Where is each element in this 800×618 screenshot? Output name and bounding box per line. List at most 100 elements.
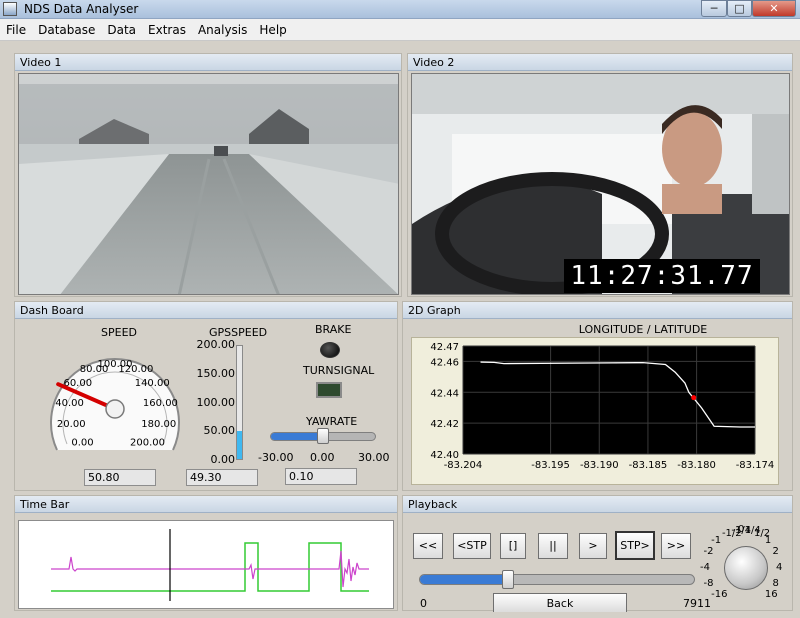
step-back-button[interactable]: <STP (453, 533, 491, 559)
minimize-button[interactable]: ─ (701, 0, 727, 17)
knob-tick-label: 0 (738, 524, 745, 535)
y-tick-label: 42.40 (430, 450, 459, 461)
yawrate-tick-min: -30.00 (258, 451, 294, 464)
fast-forward-button[interactable]: >> (661, 533, 691, 559)
playback-min-label: 0 (420, 597, 427, 610)
graph2d-panel: 2D Graph LONGITUDE / LATITUDE -83.204 -83… (402, 301, 793, 491)
rewind-button[interactable]: << (413, 533, 443, 559)
timebar-plot[interactable] (18, 520, 394, 609)
x-tick-label: -83.195 (531, 460, 570, 471)
gpsspeed-tick-label: 100.00 (196, 395, 236, 409)
knob-tick-label: 2 (772, 545, 779, 557)
playback-slider-thumb[interactable] (501, 570, 514, 589)
gpsspeed-tick-label: 0.00 (210, 453, 236, 466)
yawrate-tick-max: 30.00 (358, 451, 390, 464)
speed-tick-label: 20.00 (57, 419, 86, 430)
playback-fill (420, 575, 508, 584)
video1-frame[interactable] (18, 73, 399, 295)
video2-title: Video 2 (408, 54, 792, 71)
timebar-panel: Time Bar (14, 495, 398, 611)
x-tick-label: -83.180 (677, 460, 716, 471)
menu-database[interactable]: Database (32, 23, 101, 37)
yawrate-slider-thumb[interactable] (317, 428, 330, 444)
dashboard-panel: Dash Board SPEED 0.00 20.00 40.00 60.00 80.0… (14, 301, 398, 491)
play-button[interactable]: > (579, 533, 607, 559)
knob-tick-label: -1 (711, 535, 722, 547)
menu-analysis[interactable]: Analysis (192, 23, 253, 37)
y-tick-label: 42.47 (430, 342, 459, 353)
playback-title: Playback (403, 496, 792, 513)
gpsspeed-bar (236, 345, 243, 460)
gpsspeed-fill (237, 431, 242, 459)
knob-tick-label: -2 (703, 545, 714, 557)
close-button[interactable]: ✕ (752, 0, 796, 17)
road-scene-image (19, 74, 398, 294)
menu-file[interactable]: File (0, 23, 32, 37)
knob-tick-label: -16 (711, 588, 728, 600)
yawrate-readout: 0.10 (285, 468, 357, 485)
turnsignal-label: TURNSIGNAL (303, 364, 375, 377)
app-icon (3, 2, 17, 16)
gpsspeed-scale: 200.00 150.00 100.00 50.00 0.00 (191, 338, 236, 467)
video1-title: Video 1 (15, 54, 401, 71)
speed-label: SPEED (101, 326, 137, 339)
maximize-button[interactable]: □ (727, 0, 752, 17)
speed-tick-label: 120.00 (118, 364, 153, 375)
x-tick-label: -83.185 (629, 460, 668, 471)
pink-trace (51, 550, 369, 588)
y-tick-label: 42.46 (430, 357, 459, 368)
knob-tick-label: 4 (776, 562, 783, 573)
speed-readout: 50.80 (84, 469, 156, 486)
menu-help[interactable]: Help (253, 23, 292, 37)
plot-area (463, 346, 755, 454)
gpsspeed-readout: 49.30 (186, 469, 258, 486)
knob-tick-label: 8 (772, 578, 779, 590)
speed-tick-label: 40.00 (55, 398, 84, 409)
stop-button[interactable]: [] (500, 533, 526, 559)
window-title: NDS Data Analyser (24, 2, 139, 16)
current-position-marker (691, 395, 697, 401)
x-tick-label: -83.174 (736, 460, 775, 471)
yawrate-fill (271, 433, 324, 440)
x-tick-label: -83.190 (580, 460, 619, 471)
speed-gauge: 0.0020.0040.0060.0080.00100.00120.00140.… (50, 358, 180, 451)
menu-bar: File Database Data Extras Analysis Help (0, 19, 800, 41)
gpsspeed-tick-label: 200.00 (196, 338, 236, 351)
yawrate-tick-mid: 0.00 (310, 451, 335, 464)
video-timestamp: 11:27:31.77 (564, 259, 760, 293)
playback-panel: Playback << <STP [] || > STP> >> 0 7911 … (402, 495, 793, 612)
dashboard-title: Dash Board (15, 302, 397, 319)
speed-tick-label: 140.00 (135, 378, 170, 389)
back-button[interactable]: Back (493, 593, 627, 612)
gauge-hub (105, 399, 125, 419)
video2-panel: Video 2 11:27:31.77 (407, 53, 793, 297)
knob-tick-label: -4 (700, 562, 710, 573)
knob-tick-label: 16 (764, 588, 778, 600)
brake-label: BRAKE (315, 323, 352, 336)
knob-tick-label: -8 (703, 578, 714, 590)
speed-tick-label: 160.00 (143, 398, 178, 409)
playback-speed-knob[interactable] (724, 546, 768, 590)
gpsspeed-tick-label: 50.00 (203, 424, 236, 438)
timebar-traces (51, 529, 369, 601)
turnsignal-indicator-light (316, 382, 342, 398)
knob-tick-label: 1 (764, 535, 772, 547)
gpsspeed-tick-label: 150.00 (196, 366, 236, 380)
menu-data[interactable]: Data (101, 23, 142, 37)
step-forward-button[interactable]: STP> (615, 531, 655, 560)
timebar-title: Time Bar (15, 496, 397, 513)
video1-panel: Video 1 (14, 53, 402, 297)
yawrate-label: YAWRATE (306, 415, 358, 428)
x-tick-label: -83.204 (444, 460, 483, 471)
menu-extras[interactable]: Extras (142, 23, 192, 37)
speed-tick-label: 0.00 (71, 438, 93, 449)
video2-frame[interactable]: 11:27:31.77 (411, 73, 790, 295)
pause-button[interactable]: || (538, 533, 568, 559)
speed-tick-label: 180.00 (141, 419, 176, 430)
y-tick-label: 42.42 (430, 419, 459, 430)
y-tick-label: 42.44 (430, 388, 459, 399)
playback-track (419, 574, 695, 585)
position-chart[interactable]: -83.204 -83.195 -83.190 -83.185 -83.180 -83.1… (403, 302, 794, 492)
green-trace (51, 542, 369, 592)
title-bar: NDS Data Analyser ─ □ ✕ (0, 0, 800, 19)
